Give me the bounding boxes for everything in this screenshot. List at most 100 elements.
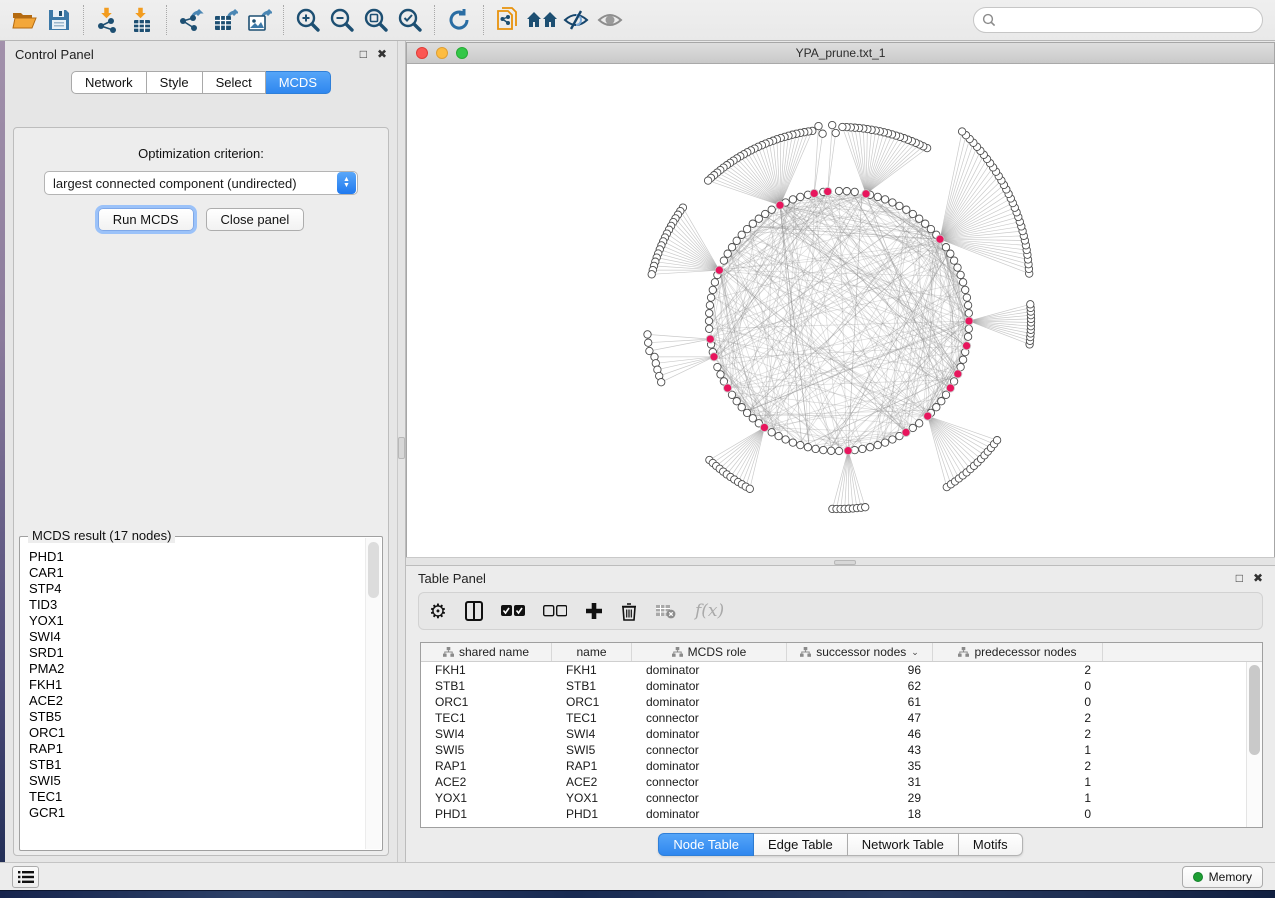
node[interactable] (728, 244, 735, 251)
table-cell[interactable]: connector (632, 774, 787, 790)
node[interactable] (749, 415, 756, 422)
table-cell[interactable]: dominator (632, 694, 787, 710)
table-row[interactable]: TEC1TEC1connector472 (421, 710, 1246, 726)
column-header-shared-name[interactable]: shared name (421, 643, 552, 661)
node[interactable] (1027, 301, 1034, 308)
node[interactable] (835, 187, 842, 194)
node[interactable] (896, 202, 903, 209)
show-all-button[interactable] (593, 4, 627, 36)
table-cell[interactable]: 0 (933, 806, 1103, 822)
mcds-result-item[interactable]: PMA2 (29, 661, 381, 677)
node[interactable] (965, 325, 972, 332)
split-grip-icon[interactable] (834, 560, 856, 565)
node[interactable] (775, 432, 782, 439)
tab-style[interactable]: Style (147, 71, 203, 94)
node[interactable] (812, 445, 819, 452)
mcds-hub-node[interactable] (936, 235, 944, 243)
tab-network[interactable]: Network (71, 71, 147, 94)
table-cell[interactable]: 2 (933, 662, 1103, 678)
node[interactable] (797, 193, 804, 200)
node[interactable] (958, 128, 965, 135)
node[interactable] (954, 264, 961, 271)
mcds-hub-node[interactable] (946, 384, 954, 392)
table-row[interactable]: SWI5SWI5connector431 (421, 742, 1246, 758)
table-cell[interactable]: SWI5 (552, 742, 632, 758)
node[interactable] (938, 398, 945, 405)
node[interactable] (782, 436, 789, 443)
table-row[interactable]: FKH1FKH1dominator962 (421, 662, 1246, 678)
close-panel-icon[interactable]: ✖ (377, 48, 387, 60)
mcds-result-item[interactable]: CAR1 (29, 565, 381, 581)
node[interactable] (828, 447, 835, 454)
table-cell[interactable]: dominator (632, 678, 787, 694)
tab-edge-table[interactable]: Edge Table (754, 833, 848, 856)
table-cell[interactable]: 2 (933, 726, 1103, 742)
table-cell[interactable]: YOX1 (552, 790, 632, 806)
node[interactable] (738, 404, 745, 411)
table-cell[interactable]: SWI5 (421, 742, 552, 758)
table-cell[interactable]: 46 (787, 726, 933, 742)
table-cell[interactable]: 2 (933, 758, 1103, 774)
node[interactable] (714, 363, 721, 370)
table-row[interactable]: YOX1YOX1connector291 (421, 790, 1246, 806)
node[interactable] (832, 129, 839, 136)
table-cell[interactable]: 31 (787, 774, 933, 790)
node[interactable] (820, 446, 827, 453)
node[interactable] (881, 439, 888, 446)
table-options-button[interactable]: ⚙ (429, 598, 447, 624)
node[interactable] (862, 504, 869, 511)
node[interactable] (717, 371, 724, 378)
table-cell[interactable]: dominator (632, 726, 787, 742)
node[interactable] (950, 257, 957, 264)
tab-node-table[interactable]: Node Table (658, 833, 754, 856)
node[interactable] (922, 220, 929, 227)
table-cell[interactable]: 96 (787, 662, 933, 678)
network-canvas[interactable] (407, 64, 1274, 557)
node[interactable] (749, 220, 756, 227)
tab-select[interactable]: Select (203, 71, 266, 94)
table-cell[interactable]: TEC1 (552, 710, 632, 726)
function-builder-button[interactable]: f(x) (695, 598, 724, 624)
table-cell[interactable]: 35 (787, 758, 933, 774)
node[interactable] (804, 444, 811, 451)
table-cell[interactable]: 43 (787, 742, 933, 758)
table-cell[interactable]: 61 (787, 694, 933, 710)
table-cell[interactable]: STB1 (552, 678, 632, 694)
search-box[interactable] (973, 7, 1263, 33)
deselect-all-button[interactable] (543, 598, 567, 624)
node[interactable] (720, 257, 727, 264)
table-cell[interactable]: SWI4 (552, 726, 632, 742)
import-table-button[interactable] (125, 4, 159, 36)
table-cell[interactable]: RAP1 (552, 758, 632, 774)
node[interactable] (874, 441, 881, 448)
table-cell[interactable]: PHD1 (552, 806, 632, 822)
table-cell[interactable]: FKH1 (552, 662, 632, 678)
mcds-hub-node[interactable] (715, 266, 723, 274)
node[interactable] (724, 250, 731, 257)
node[interactable] (889, 199, 896, 206)
column-header-predecessor-nodes[interactable]: predecessor nodes (933, 643, 1103, 661)
search-input[interactable] (1002, 13, 1254, 27)
node[interactable] (762, 210, 769, 217)
table-cell[interactable]: ORC1 (552, 694, 632, 710)
table-cell[interactable]: TEC1 (421, 710, 552, 726)
node[interactable] (738, 231, 745, 238)
node[interactable] (705, 317, 712, 324)
table-cell[interactable]: STB1 (421, 678, 552, 694)
zoom-selected-button[interactable] (393, 4, 427, 36)
mcds-hub-node[interactable] (963, 342, 971, 350)
node[interactable] (815, 122, 822, 129)
table-row[interactable]: ORC1ORC1dominator610 (421, 694, 1246, 710)
mcds-hub-node[interactable] (965, 317, 973, 325)
mcds-result-item[interactable]: STP4 (29, 581, 381, 597)
node[interactable] (959, 356, 966, 363)
export-image-button[interactable] (242, 4, 276, 36)
node[interactable] (743, 409, 750, 416)
delete-column-button[interactable] (621, 598, 637, 624)
mcds-list-scrollbar[interactable] (365, 538, 381, 849)
table-cell[interactable]: 1 (933, 742, 1103, 758)
mcds-hub-node[interactable] (844, 447, 852, 455)
table-cell[interactable]: ACE2 (552, 774, 632, 790)
table-cell[interactable]: FKH1 (421, 662, 552, 678)
run-mcds-button[interactable]: Run MCDS (98, 208, 194, 231)
